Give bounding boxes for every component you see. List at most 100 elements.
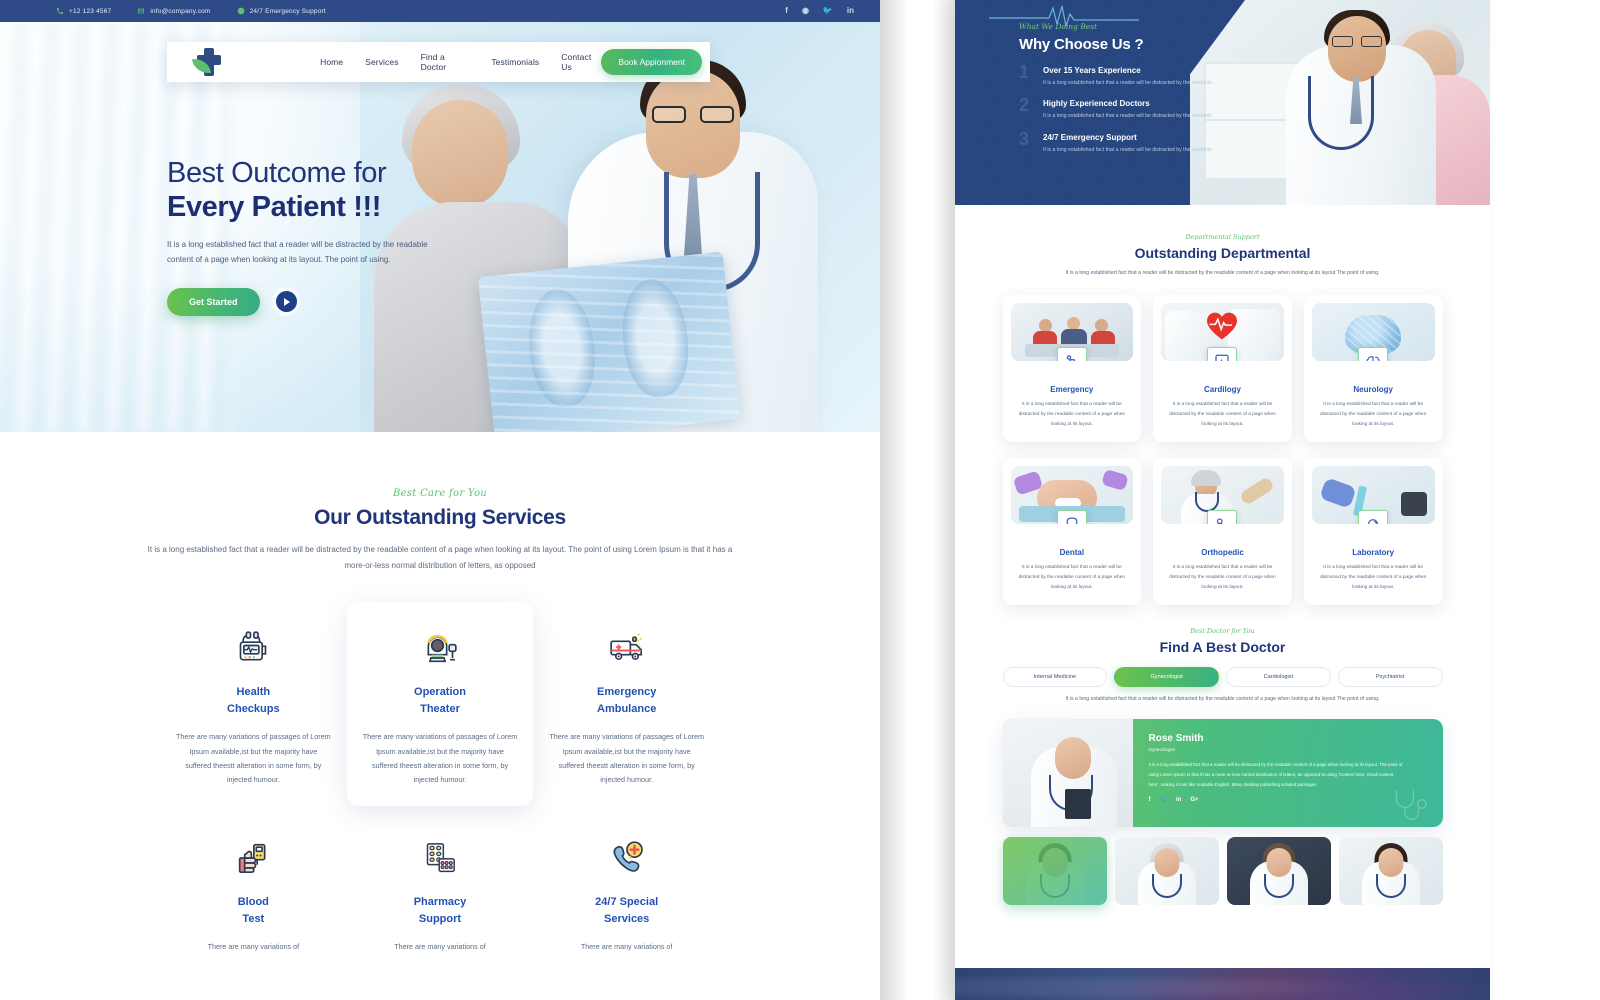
service-name: 24/7 Special Services [595, 895, 659, 925]
why-item-heading: 24/7 Emergency Support [1043, 132, 1137, 142]
tab-internal-medicine[interactable]: Internal Medicine [1002, 667, 1108, 688]
why-item-number: 2 [1019, 95, 1030, 116]
why-content: What We Doing Best Why Choose Us ? 1 Ove… [955, 0, 1285, 155]
why-item-desc: It is a long established fact that a rea… [1043, 80, 1214, 86]
service-card-health-checkups[interactable]: Health Checkups There are many variations… [160, 602, 347, 806]
twitter-icon[interactable]: 🐦 [1160, 796, 1167, 803]
dept-card-orthopedic[interactable]: Orthopedic It is a long established fact… [1153, 458, 1292, 606]
service-desc: There are many variations of [580, 941, 673, 951]
why-title: Why Choose Us ? [1019, 36, 1144, 53]
phone-medical-icon [549, 834, 704, 882]
why-item-desc: It is a long established fact that a rea… [1043, 113, 1214, 120]
twitter-icon[interactable]: 🐦 [823, 7, 833, 15]
email-text: info@company.com [150, 7, 211, 15]
service-desc: There are many variations of [394, 941, 486, 951]
glucometer-icon [176, 834, 331, 882]
doctor-social-links: f 🐦 in G+ [1149, 796, 1427, 804]
dept-card-neurology[interactable]: Neurology It is a long established fact … [1303, 294, 1443, 443]
doctor-bio: It is a long established fact that a rea… [1148, 762, 1403, 787]
dept-desc: It is a long established fact that a rea… [1018, 401, 1126, 427]
service-card-emergency-ambulance[interactable]: Emergency Ambulance There are many variat… [533, 602, 720, 806]
dept-card-laboratory[interactable]: Laboratory It is a long established fact… [1303, 458, 1443, 606]
hero-headline-line1: Best Outcome for [167, 157, 387, 189]
why-item-number: 1 [1019, 62, 1030, 82]
dept-card-emergency[interactable]: Emergency It is a long established fact … [1002, 294, 1142, 443]
dept-desc: It is a long established fact that a rea… [1319, 565, 1427, 591]
why-choose-us-section: What We Doing Best Why Choose Us ? 1 Ove… [955, 0, 1490, 205]
dept-name: Emergency [1050, 384, 1094, 394]
services-title: Our Outstanding Services [314, 506, 566, 529]
doctor-thumb-4[interactable] [1338, 837, 1443, 906]
dept-title: Outstanding Departmental [1134, 245, 1311, 261]
featured-doctor-photo [1002, 719, 1133, 828]
get-started-button[interactable]: Get Started [167, 287, 260, 316]
doctor-thumb-1[interactable] [1002, 837, 1107, 906]
tab-psychiatrist[interactable]: Psychiatrist [1337, 667, 1443, 688]
facebook-icon[interactable]: f [785, 7, 788, 15]
dept-name: Orthopedic [1201, 548, 1244, 558]
dept-grid-row1: Emergency It is a long established fact … [1002, 294, 1443, 443]
why-item-heading: Highly Experienced Doctors [1043, 99, 1150, 109]
stretcher-icon [1056, 346, 1087, 361]
facebook-icon[interactable]: f [1149, 797, 1151, 803]
play-video-button[interactable] [275, 291, 297, 313]
linkedin-icon[interactable]: in [1176, 797, 1181, 803]
nav-item-contact-us[interactable]: Contact Us [561, 52, 601, 72]
service-name: Operation Theater [414, 686, 466, 716]
googleplus-icon[interactable]: G+ [1190, 797, 1198, 803]
dept-name: Neurology [1353, 384, 1393, 394]
instagram-icon[interactable]: ◉ [802, 7, 809, 15]
doctor-thumb-3[interactable] [1226, 837, 1331, 906]
dept-name: Dental [1059, 548, 1085, 558]
doctor-thumb-2[interactable] [1114, 837, 1219, 906]
main-navbar: Home Services Find a Doctor Testimonials… [167, 42, 710, 82]
nav-item-home[interactable]: Home [320, 57, 343, 67]
tab-gynecologist[interactable]: Gynecologist [1114, 667, 1219, 688]
service-name: Blood Test [237, 895, 269, 925]
phone-info[interactable]: +12 123 4567 [56, 7, 111, 15]
nav-item-services[interactable]: Services [365, 57, 398, 67]
microscope-icon [1358, 510, 1389, 525]
doctor-role: Gynecologist [1148, 747, 1176, 753]
service-card-blood-test[interactable]: Blood Test There are many variations of [160, 812, 347, 973]
xray-film [477, 251, 741, 432]
hero-paragraph: It is a long established fact that a rea… [167, 239, 428, 264]
clock-icon [237, 7, 245, 15]
specialty-tabs: Internal Medicine Gynecologist Cardiolog… [1002, 667, 1443, 688]
dept-name: Cardilogy [1204, 384, 1241, 394]
inner-pages-panel: What We Doing Best Why Choose Us ? 1 Ove… [955, 0, 1490, 1000]
nav-links: Home Services Find a Doctor Testimonials… [320, 52, 601, 72]
mri-scanner-icon [363, 624, 518, 672]
services-script-label: Best Care for You [392, 488, 488, 499]
homepage-panel: +12 123 4567 info@company.com 24/7 Emerg… [0, 0, 880, 1000]
dept-desc: It is a long established fact that a rea… [1169, 565, 1276, 591]
why-script-label: What We Doing Best [1019, 22, 1098, 31]
service-card-pharmacy-support[interactable]: Pharmacy Support There are many variation… [347, 812, 534, 973]
phone-icon [56, 7, 64, 15]
dept-card-dental[interactable]: Dental It is a long established fact tha… [1002, 458, 1142, 606]
heart-ecg-icon [1207, 312, 1238, 340]
dept-image [1161, 302, 1284, 361]
why-item: 2 Highly Experienced Doctors It is a lon… [1019, 95, 1285, 121]
dept-script-label: Departmental Support [1185, 233, 1260, 241]
nav-item-find-a-doctor[interactable]: Find a Doctor [421, 52, 470, 72]
why-item: 1 Over 15 Years Experience It is a long … [1019, 62, 1285, 88]
dept-image [1311, 466, 1435, 525]
bone-joint-icon [1207, 510, 1238, 525]
service-desc: There are many variations of [207, 941, 300, 951]
book-appointment-button[interactable]: Book Appionment [601, 49, 702, 75]
stethoscope-watermark-icon [1395, 790, 1427, 821]
social-links: f ◉ 🐦 in [785, 7, 854, 15]
service-card-operation-theater[interactable]: Operation Theater There are many variatio… [346, 602, 534, 806]
services-section: Best Care for You Our Outstanding Servic… [0, 432, 880, 973]
linkedin-icon[interactable]: in [847, 7, 854, 15]
email-info[interactable]: info@company.com [137, 7, 210, 15]
tab-cardiologist[interactable]: Cardiologist [1226, 667, 1331, 688]
site-logo-icon[interactable] [189, 47, 228, 77]
dept-card-cardilogy[interactable]: Cardilogy It is a long established fact … [1153, 294, 1292, 443]
brain-icon [1358, 346, 1389, 361]
service-card-24-7-special-services[interactable]: 24/7 Special Services There are many vari… [533, 812, 720, 973]
nav-item-testimonials[interactable]: Testimonials [491, 57, 539, 67]
service-name: Health Checkups [227, 686, 280, 716]
support-info[interactable]: 24/7 Emergency Support [237, 7, 326, 15]
